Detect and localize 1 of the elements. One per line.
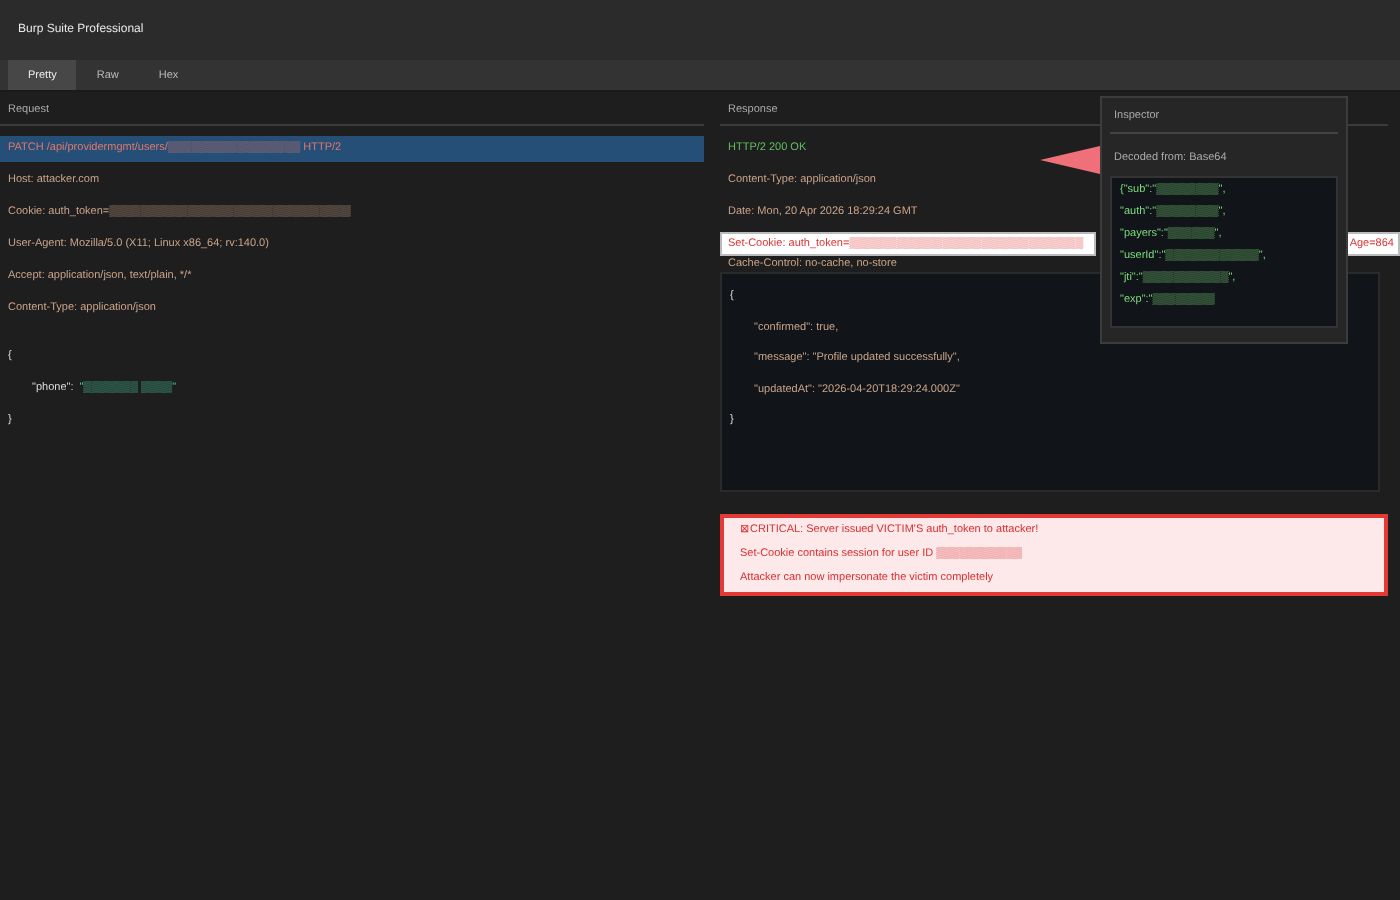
pointer-arrow-icon bbox=[1040, 146, 1100, 174]
